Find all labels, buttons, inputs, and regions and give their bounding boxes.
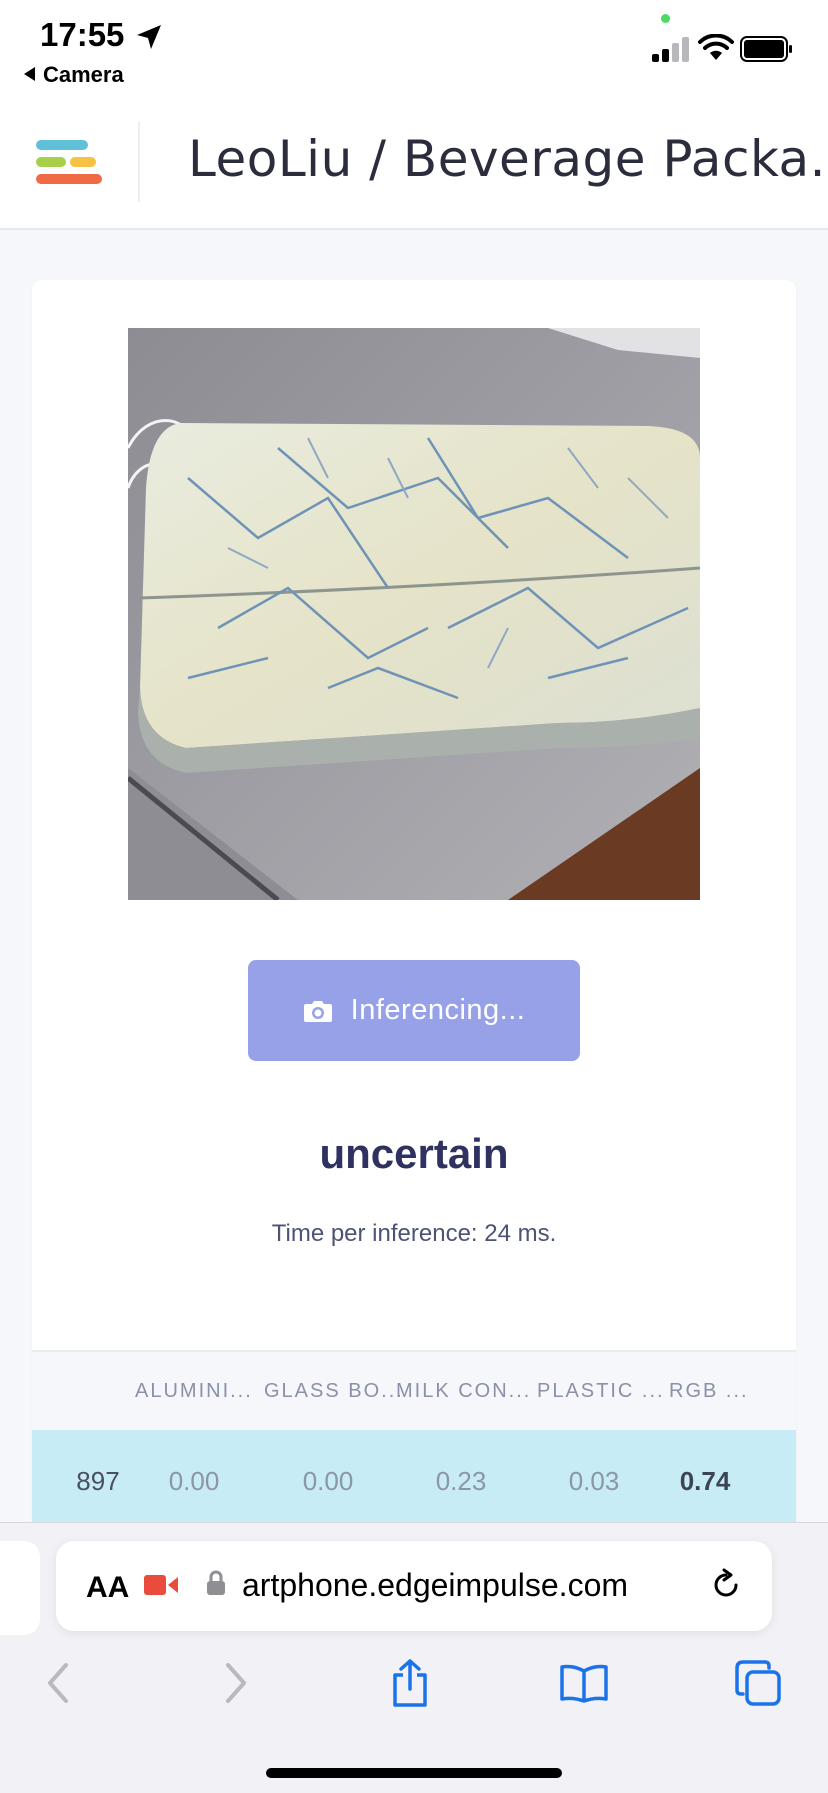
- camera-in-use-indicator: [661, 14, 670, 23]
- app-header: LeoLiu / Beverage Packa...: [0, 100, 828, 230]
- table-cell: 0.00: [302, 1466, 354, 1496]
- forward-icon: [226, 1663, 246, 1703]
- column-header: GLASS BO...: [264, 1380, 404, 1402]
- share-button[interactable]: [380, 1653, 440, 1713]
- battery-icon: [740, 36, 792, 62]
- logo-icon[interactable]: [34, 140, 104, 190]
- results-table-header: ALUMINI... GLASS BO... MILK CON... PLAST…: [32, 1350, 796, 1432]
- back-app-label: Camera: [43, 62, 124, 87]
- share-icon: [393, 1659, 427, 1707]
- inference-time-text: Time per inference: 24 ms.: [271, 1220, 557, 1247]
- column-header: MILK CON...: [396, 1380, 532, 1402]
- signal-icon: [652, 36, 692, 62]
- forward-button[interactable]: [206, 1653, 266, 1713]
- browser-toolbar: AA artphone.edgeimpulse.com: [0, 1522, 828, 1793]
- inferencing-button-label: Inferencing...: [350, 994, 526, 1026]
- recording-icon[interactable]: [144, 1573, 180, 1597]
- table-cell: 0.00: [168, 1466, 220, 1496]
- url-text[interactable]: artphone.edgeimpulse.com: [242, 1567, 628, 1604]
- inferencing-button[interactable]: Inferencing...: [248, 960, 580, 1061]
- home-indicator[interactable]: [266, 1768, 562, 1778]
- header-divider: [138, 122, 140, 202]
- text-size-button[interactable]: AA: [86, 1571, 129, 1605]
- table-cell-top-score: 0.74: [679, 1466, 731, 1496]
- column-header: ALUMINI...: [135, 1380, 253, 1402]
- column-header: RGB ...: [669, 1380, 749, 1402]
- column-header: PLASTIC ...: [537, 1380, 665, 1402]
- back-button[interactable]: [28, 1653, 88, 1713]
- camera-icon: [303, 1000, 332, 1022]
- bookmarks-button[interactable]: [554, 1653, 614, 1713]
- reload-icon[interactable]: [708, 1567, 744, 1603]
- previous-tab-preview[interactable]: [0, 1541, 40, 1635]
- lock-icon: [207, 1570, 225, 1595]
- table-cell: 0.23: [435, 1466, 487, 1496]
- address-bar[interactable]: AA artphone.edgeimpulse.com: [56, 1541, 772, 1631]
- wifi-icon: [698, 34, 734, 60]
- classification-result: uncertain: [319, 1130, 509, 1177]
- inference-card: Inferencing... uncertain Time per infere…: [32, 280, 796, 1540]
- camera-preview-image: [128, 328, 700, 900]
- table-cell: 0.03: [568, 1466, 620, 1496]
- back-icon: [48, 1663, 68, 1703]
- bookmarks-icon: [560, 1664, 608, 1703]
- tabs-icon: [735, 1660, 781, 1706]
- tabs-button[interactable]: [728, 1653, 788, 1713]
- status-time: 17:55: [40, 16, 125, 53]
- location-arrow-icon: [137, 25, 161, 49]
- back-triangle-icon: [24, 67, 35, 81]
- back-to-camera-link[interactable]: Camera: [24, 62, 124, 88]
- status-bar: 17:55 Camera: [0, 0, 828, 100]
- project-title: LeoLiu / Beverage Packa...: [188, 130, 828, 188]
